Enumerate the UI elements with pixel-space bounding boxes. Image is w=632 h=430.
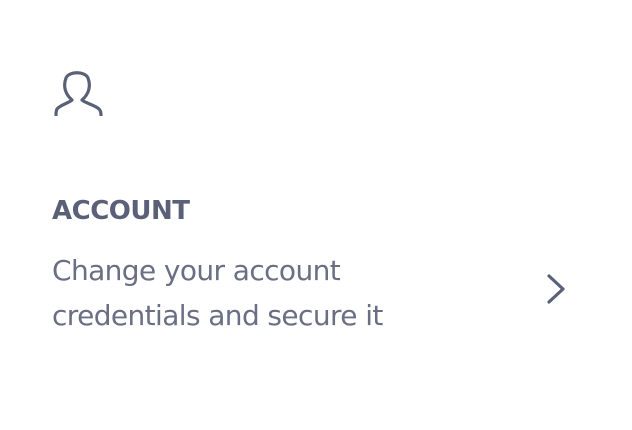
card-description: Change your account credentials and secu…	[52, 254, 383, 332]
chevron-right-icon[interactable]	[540, 268, 570, 310]
account-settings-card[interactable]: ACCOUNT Change your account credentials …	[0, 0, 632, 430]
user-icon	[52, 66, 108, 116]
card-title: ACCOUNT	[52, 196, 190, 226]
